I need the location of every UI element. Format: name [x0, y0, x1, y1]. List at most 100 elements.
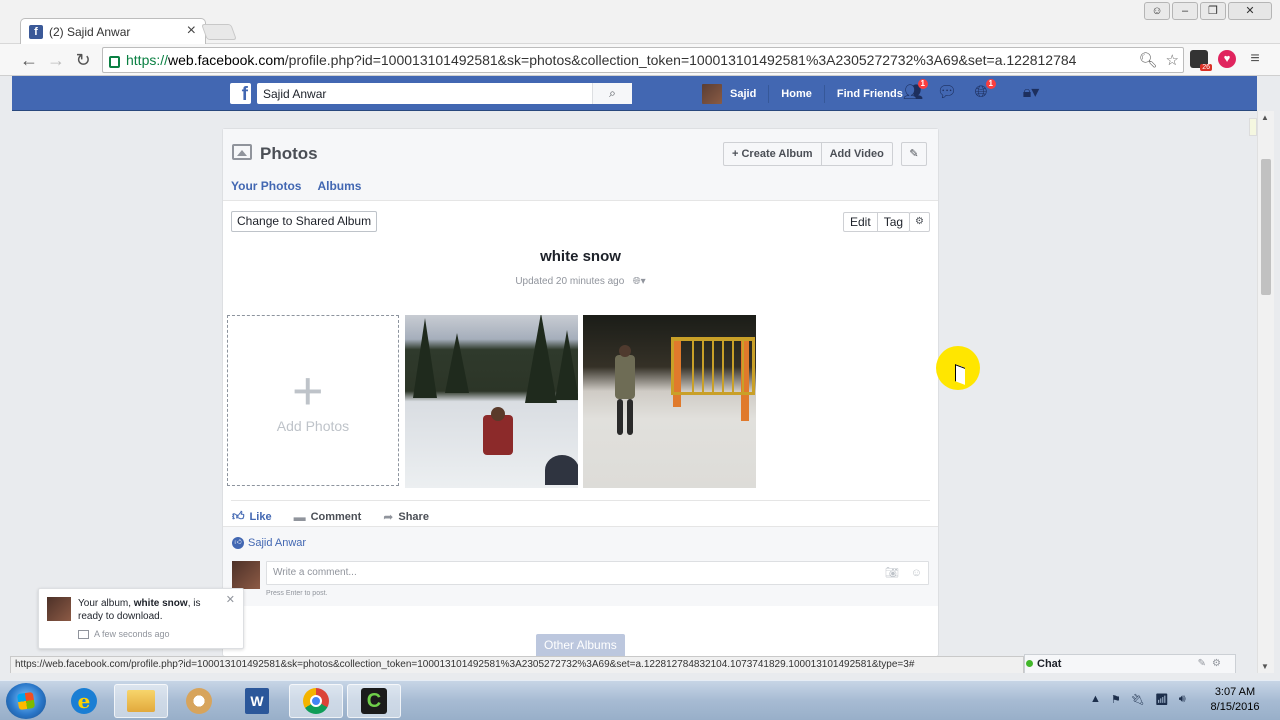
- taskbar-internet-explorer[interactable]: e: [57, 684, 111, 718]
- pocket-extension-icon[interactable]: ♥: [1218, 50, 1236, 68]
- album-photo-2[interactable]: [583, 315, 756, 488]
- notifications-globe-icon[interactable]: 🌐︎ 1: [970, 79, 996, 103]
- camera-icon[interactable]: 📷︎: [885, 562, 899, 584]
- taskbar-paint[interactable]: [172, 684, 226, 718]
- side-extension-tab[interactable]: [1249, 118, 1257, 136]
- reload-icon[interactable]: ↻: [72, 49, 94, 71]
- url-host: web.facebook.com: [168, 52, 285, 68]
- gear-icon[interactable]: ⚙: [909, 212, 930, 232]
- taskbar-explorer[interactable]: [114, 684, 168, 718]
- search-value: Sajid Anwar: [263, 86, 327, 101]
- tab-albums[interactable]: Albums: [317, 179, 361, 193]
- flag-icon[interactable]: ⚑: [1111, 693, 1121, 706]
- chrome-icon: [303, 688, 329, 714]
- scrollbar-thumb[interactable]: [1261, 159, 1271, 295]
- home-link[interactable]: Home: [781, 88, 812, 100]
- comment-placeholder: Write a comment...: [273, 567, 357, 578]
- friend-requests-badge: 1: [917, 79, 928, 89]
- notification-time: A few seconds ago: [94, 629, 170, 639]
- power-icon[interactable]: 🔌︎: [1131, 693, 1145, 706]
- close-icon[interactable]: ✕: [226, 593, 235, 606]
- album-updated: Updated 20 minutes ago 🌐︎▾: [223, 276, 938, 287]
- forward-icon[interactable]: →: [45, 49, 67, 71]
- comment-input[interactable]: Write a comment... 📷︎ ☺: [266, 561, 929, 585]
- pencil-icon[interactable]: ✎: [901, 142, 927, 166]
- search-input[interactable]: Sajid Anwar ⌕: [257, 83, 632, 104]
- chat-label: Chat: [1037, 658, 1062, 670]
- browser-toolbar: ← → ↻ https:// web.facebook.com /profile…: [0, 44, 1280, 76]
- tab-title: (2) Sajid Anwar: [49, 24, 131, 39]
- window-controls: ☺ – ❐ ✕: [1144, 2, 1272, 20]
- like-label: Like: [249, 510, 272, 523]
- close-window-button[interactable]: ✕: [1228, 2, 1272, 20]
- privacy-globe-icon[interactable]: 🌐︎▾: [627, 276, 646, 287]
- other-albums-button[interactable]: Other Albums: [536, 634, 625, 656]
- edit-button[interactable]: Edit: [843, 212, 878, 232]
- volume-icon[interactable]: 🔊︎: [1179, 693, 1186, 706]
- extension-icon[interactable]: 26: [1190, 50, 1212, 71]
- add-photos-tile[interactable]: + Add Photos: [227, 315, 399, 486]
- notification-text: Your album, white snow, is ready to down…: [78, 598, 201, 622]
- browser-tab[interactable]: f (2) Sajid Anwar ×: [20, 18, 206, 44]
- address-bar[interactable]: https:// web.facebook.com /profile.php?i…: [102, 47, 1184, 73]
- minimize-button[interactable]: –: [1172, 2, 1198, 20]
- messages-icon[interactable]: 💬︎: [936, 83, 958, 103]
- add-video-button[interactable]: Add Video: [821, 142, 893, 166]
- change-to-shared-album-button[interactable]: Change to Shared Album: [231, 211, 378, 232]
- avatar[interactable]: [702, 84, 722, 104]
- chat-bar[interactable]: Chat ✎⚙: [1024, 654, 1236, 673]
- like-button[interactable]: 👍︎ Like: [232, 509, 272, 524]
- network-icon[interactable]: 📶︎: [1155, 693, 1169, 706]
- taskbar-chrome[interactable]: [289, 684, 343, 718]
- clock-date: 8/15/2016: [1210, 701, 1260, 713]
- share-label: Share: [398, 510, 429, 523]
- updated-text: Updated 20 minutes ago: [515, 276, 625, 287]
- scroll-down-icon[interactable]: ▼: [1261, 662, 1269, 671]
- folder-icon: [127, 690, 155, 712]
- photos-header: Photos + Create Album Add Video ✎ Your P…: [223, 129, 938, 201]
- facebook-logo[interactable]: f: [230, 83, 251, 105]
- start-button[interactable]: [6, 683, 46, 719]
- profile-link[interactable]: Sajid: [730, 88, 756, 100]
- secure-lock-icon: [109, 56, 120, 68]
- browser-titlebar: f (2) Sajid Anwar × ☺ – ❐ ✕: [0, 0, 1280, 44]
- taskbar-camtasia[interactable]: C: [347, 684, 401, 718]
- download-notification[interactable]: Your album, white snow, is ready to down…: [38, 588, 244, 649]
- mouse-cursor-icon: [956, 366, 962, 380]
- back-icon[interactable]: ←: [18, 49, 40, 71]
- chrome-menu-icon[interactable]: ≡: [1246, 50, 1264, 68]
- facebook-favicon-icon: f: [29, 24, 43, 39]
- bookmark-star-icon[interactable]: ☆: [1166, 51, 1179, 69]
- zoom-icon[interactable]: 🔍︎: [1139, 51, 1158, 69]
- scroll-up-icon[interactable]: ▲: [1261, 113, 1269, 122]
- url-scheme: https://: [126, 52, 169, 68]
- restore-button[interactable]: ❐: [1200, 2, 1226, 20]
- thumbs-up-icon: 👍︎: [232, 509, 245, 523]
- page-scrollbar[interactable]: ▲ ▼: [1257, 111, 1274, 673]
- word-icon: W: [245, 688, 269, 714]
- windows-taskbar: e W C ▲ ⚑ 🔌︎ 📶︎ 🔊︎ 3:07 AM 8/15/2016: [0, 680, 1280, 720]
- account-menu-icon[interactable]: 🔒︎▾: [1020, 83, 1042, 103]
- taskbar-word[interactable]: W: [230, 684, 284, 718]
- online-status-icon: [1026, 660, 1033, 667]
- tab-your-photos[interactable]: Your Photos: [231, 179, 301, 193]
- comment-button[interactable]: ▬ Comment: [294, 509, 362, 524]
- tag-button[interactable]: Tag: [877, 212, 911, 232]
- create-album-button[interactable]: + Create Album: [723, 142, 822, 166]
- friend-requests-icon[interactable]: 👥︎ 1: [902, 79, 928, 103]
- emoji-icon[interactable]: ☺: [911, 562, 922, 584]
- chat-settings-icon[interactable]: ✎⚙: [1198, 655, 1227, 673]
- liker-name[interactable]: Sajid Anwar: [248, 537, 306, 549]
- search-icon[interactable]: ⌕: [592, 83, 632, 104]
- tab-close-icon[interactable]: ×: [187, 22, 196, 40]
- find-friends-link[interactable]: Find Friends: [837, 88, 903, 100]
- user-profile-icon[interactable]: ☺: [1144, 2, 1170, 20]
- album-photo-1[interactable]: [405, 315, 578, 488]
- show-hidden-icons-icon[interactable]: ▲: [1090, 693, 1101, 706]
- paint-icon: [186, 688, 212, 714]
- avatar: [47, 597, 71, 621]
- taskbar-clock[interactable]: 3:07 AM 8/15/2016: [1200, 685, 1270, 715]
- share-button[interactable]: ➦ Share: [383, 509, 429, 524]
- share-icon: ➦: [383, 509, 394, 524]
- new-tab-button[interactable]: [201, 24, 237, 40]
